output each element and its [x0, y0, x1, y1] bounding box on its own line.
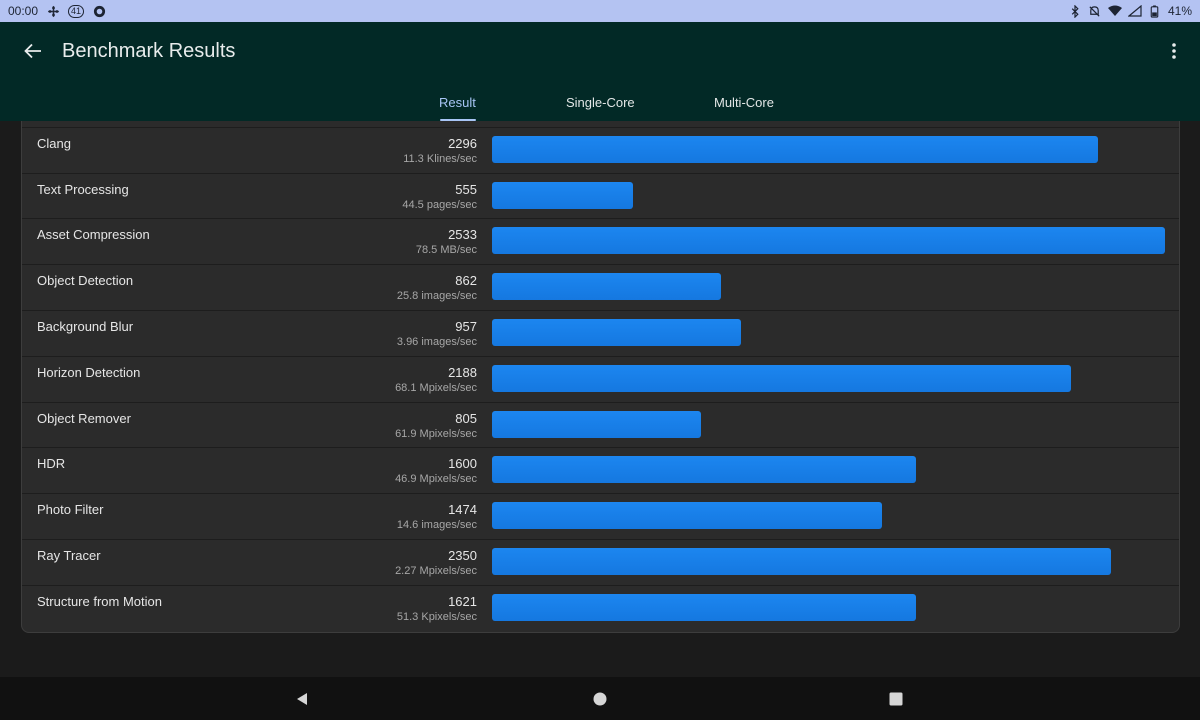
result-row[interactable]: Text Processing 555 44.5 pages/sec: [22, 174, 1179, 220]
result-row[interactable]: Ray Tracer 2350 2.27 Mpixels/sec: [22, 540, 1179, 586]
result-score: 1600: [448, 456, 477, 472]
result-row[interactable]: Background Blur 957 3.96 images/sec: [22, 311, 1179, 357]
result-score: 1621: [448, 593, 477, 609]
app-bar: Benchmark Results Result Single-Core Mul…: [0, 22, 1200, 121]
result-score: 862: [455, 273, 477, 289]
result-rate: 2.27 Mpixels/sec: [395, 564, 477, 577]
status-time: 00:00: [8, 4, 39, 18]
arrow-left-icon: [24, 43, 41, 59]
mute-icon: [1088, 4, 1102, 18]
result-score: 805: [455, 410, 477, 426]
score-bar-track: [492, 181, 1165, 209]
score-bar-track: [492, 593, 1165, 621]
result-row[interactable]: Structure from Motion 1621 51.3 Kpixels/se…: [22, 586, 1179, 632]
bluetooth-icon: [1068, 4, 1082, 18]
nav-back-button[interactable]: [292, 689, 312, 709]
wifi-icon: [1107, 4, 1122, 18]
result-name: Clang: [37, 135, 71, 151]
tab-single-core[interactable]: Single-Core: [566, 95, 635, 110]
page-title: Benchmark Results: [62, 40, 236, 62]
result-score: 2296: [448, 135, 477, 151]
result-name: Structure from Motion: [37, 593, 162, 609]
score-bar: [492, 502, 883, 530]
score-bar-track: [492, 410, 1165, 438]
result-rate: 44.5 pages/sec: [402, 198, 477, 211]
score-bar-track: [492, 273, 1165, 301]
score-bar: [492, 318, 741, 346]
result-name: Ray Tracer: [37, 547, 101, 563]
battery-percent: 41%: [1167, 4, 1192, 18]
result-row[interactable]: Photo Library117524.1 images/sec: [22, 121, 1179, 128]
result-row[interactable]: Clang 2296 11.3 Klines/sec: [22, 128, 1179, 174]
result-rate: 51.3 Kpixels/sec: [396, 610, 477, 623]
score-bar-track: [492, 364, 1165, 392]
more-vert-icon: [1172, 43, 1176, 59]
score-bar-track: [492, 227, 1165, 255]
nav-back-icon: [297, 693, 307, 705]
score-bar: [492, 135, 1098, 163]
status-left: 00:00 41: [8, 4, 106, 18]
result-rate: 14.6 images/sec: [396, 519, 477, 532]
tab-bar: Result Single-Core Multi-Core: [0, 90, 1200, 121]
result-row[interactable]: HDR 1600 46.9 Mpixels/sec: [22, 448, 1179, 495]
tab-multi-core[interactable]: Multi-Core: [714, 95, 774, 110]
result-name: Text Processing: [37, 181, 129, 197]
score-bar: [492, 227, 1165, 255]
result-row[interactable]: Photo Filter 1474 14.6 images/sec: [22, 494, 1179, 540]
result-rate: 46.9 Mpixels/sec: [395, 473, 477, 486]
score-bar-track: [492, 502, 1165, 530]
result-row[interactable]: Asset Compression 2533 78.5 MB/sec: [22, 219, 1179, 266]
fan-icon: [46, 4, 60, 18]
circle-icon: [92, 4, 106, 18]
result-score: 1474: [448, 502, 477, 518]
score-bar: [492, 181, 634, 209]
result-score: 2188: [448, 364, 477, 380]
status-right: 41%: [1068, 4, 1192, 18]
result-rate: 61.9 Mpixels/sec: [395, 427, 477, 440]
result-name: Photo Filter: [37, 502, 104, 518]
result-rate: 78.5 MB/sec: [415, 244, 477, 257]
navigation-bar: [0, 677, 1200, 720]
badge-icon: 41: [68, 4, 85, 18]
signal-icon: [1127, 4, 1142, 18]
result-rate: 11.3 Klines/sec: [403, 152, 477, 165]
score-bar: [492, 456, 916, 484]
more-options-button[interactable]: [1162, 36, 1186, 66]
score-bar-track: [492, 456, 1165, 484]
score-bar: [492, 410, 701, 438]
battery-icon: [1148, 4, 1162, 18]
score-bar: [492, 273, 721, 301]
result-rate: 25.8 images/sec: [396, 290, 477, 303]
result-score: 555: [455, 181, 477, 197]
score-bar-track: [492, 318, 1165, 346]
results-card: Photo Library117524.1 images/sec Clang 229…: [21, 121, 1180, 633]
result-name: Horizon Detection: [37, 364, 141, 380]
result-name: Object Remover: [37, 410, 131, 426]
back-button[interactable]: [18, 36, 48, 66]
nav-recents-icon: [889, 692, 903, 706]
result-name: Asset Compression: [37, 227, 150, 243]
score-bar: [492, 547, 1112, 575]
nav-recents-button[interactable]: [886, 689, 906, 709]
results-scroll-area[interactable]: Photo Library117524.1 images/sec Clang 229…: [0, 121, 1200, 677]
status-bar: 00:00 41 41%: [0, 0, 1200, 22]
nav-home-button[interactable]: [590, 689, 610, 709]
score-bar: [492, 593, 916, 621]
result-name: Object Detection: [37, 273, 134, 289]
result-score: 2533: [448, 227, 477, 243]
tab-result[interactable]: Result: [439, 95, 476, 110]
score-bar: [492, 364, 1071, 392]
result-row[interactable]: Horizon Detection 2188 68.1 Mpixels/sec: [22, 357, 1179, 403]
result-row[interactable]: Object Remover 805 61.9 Mpixels/sec: [22, 403, 1179, 449]
result-score: 957: [455, 318, 477, 334]
result-rate: 3.96 images/sec: [396, 335, 477, 348]
result-rate: 68.1 Mpixels/sec: [395, 381, 477, 394]
result-score: 2350: [448, 547, 477, 563]
result-row[interactable]: Object Detection 862 25.8 images/sec: [22, 265, 1179, 311]
score-bar-track: [492, 547, 1165, 575]
nav-home-icon: [593, 692, 607, 706]
result-name: Background Blur: [37, 318, 134, 334]
score-bar-track: [492, 135, 1165, 163]
result-name: HDR: [37, 456, 66, 472]
